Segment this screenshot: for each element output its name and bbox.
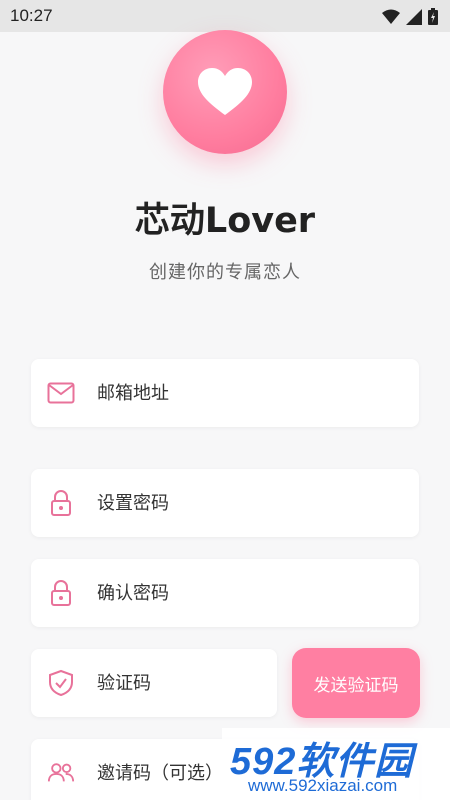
app-title: 芯动Lover xyxy=(134,201,316,241)
heart-icon xyxy=(198,68,252,115)
users-icon xyxy=(47,762,75,784)
watermark: 592软件园 www.592xiazai.com xyxy=(222,728,450,800)
email-input[interactable] xyxy=(97,382,347,404)
status-time: 10:27 xyxy=(10,6,53,25)
status-icons xyxy=(382,8,438,25)
wifi-icon xyxy=(382,9,400,24)
lock-icon xyxy=(47,579,75,607)
verify-code-field[interactable] xyxy=(31,649,277,717)
password-field[interactable] xyxy=(31,469,419,537)
battery-icon xyxy=(428,8,438,25)
confirm-password-input[interactable] xyxy=(97,582,347,604)
app-subtitle: 创建你的专属恋人 xyxy=(149,262,301,283)
shield-check-icon xyxy=(47,669,75,697)
confirm-password-field[interactable] xyxy=(31,559,419,627)
send-code-button[interactable]: 发送验证码 xyxy=(292,648,420,718)
lock-icon xyxy=(47,489,75,517)
mail-icon xyxy=(47,382,75,404)
email-field[interactable] xyxy=(31,359,419,427)
signal-icon xyxy=(406,8,422,25)
app-logo xyxy=(163,30,287,154)
status-bar: 10:27 xyxy=(0,0,450,32)
watermark-url: www.592xiazai.com xyxy=(248,776,398,795)
verify-code-input[interactable] xyxy=(97,672,247,694)
password-input[interactable] xyxy=(97,492,347,514)
